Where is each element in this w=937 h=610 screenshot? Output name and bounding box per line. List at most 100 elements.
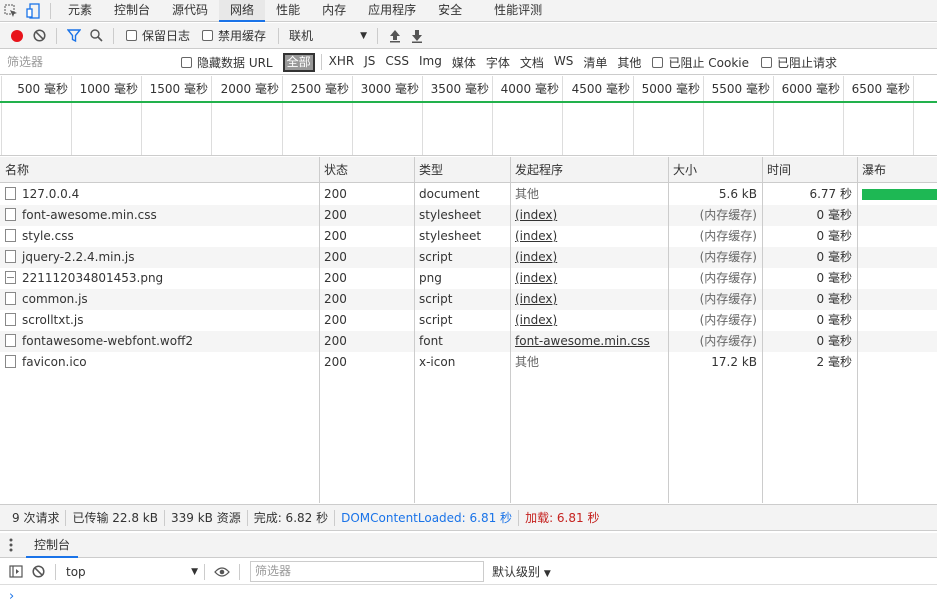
column-divider[interactable] (668, 157, 669, 503)
console-filter-input[interactable]: 筛选器 (250, 561, 484, 582)
request-status: 200 (324, 313, 347, 327)
table-row[interactable]: common.js 200 script (index) (内存缓存) 0 毫秒 (0, 289, 937, 310)
blocked-requests-checkbox[interactable]: 已阻止请求 (760, 54, 837, 71)
filter-type-2[interactable]: CSS (380, 54, 414, 71)
timeline-overview[interactable]: 500 毫秒 1000 毫秒 1500 毫秒 2000 毫秒 2500 毫秒 3000 毫… (0, 76, 937, 156)
device-toolbar-icon[interactable] (22, 0, 44, 22)
execution-context-select[interactable]: top ▼ (66, 565, 198, 579)
column-divider[interactable] (510, 157, 511, 503)
filter-icon[interactable] (63, 25, 85, 47)
filter-type-7[interactable]: WS (549, 54, 578, 71)
clear-icon[interactable] (28, 25, 50, 47)
table-row[interactable]: 127.0.0.4 200 document 其他 5.6 kB 6.77 秒 (0, 184, 937, 205)
request-name[interactable]: font-awesome.min.css (0, 205, 318, 226)
disable-cache-checkbox[interactable]: 禁用缓存 (202, 27, 266, 44)
column-header-type[interactable]: 类型 (414, 157, 443, 183)
live-expression-eye-icon[interactable] (211, 561, 233, 583)
column-header-size[interactable]: 大小 (668, 157, 697, 183)
filter-type-3[interactable]: Img (414, 54, 447, 71)
dom-content-loaded-time: DOMContentLoaded: 6.81 秒 (341, 511, 513, 525)
tab-1[interactable]: 控制台 (103, 0, 161, 22)
request-name[interactable]: fontawesome-webfont.woff2 (0, 331, 318, 352)
table-row[interactable]: fontawesome-webfont.woff2 200 font font-awe… (0, 331, 937, 352)
request-initiator[interactable]: (index) (510, 289, 668, 310)
timeline-tick-label: 3000 毫秒 (360, 82, 419, 96)
filter-input[interactable]: 筛选器 (3, 52, 175, 73)
filter-type-6[interactable]: 文档 (515, 54, 549, 71)
column-header-time[interactable]: 时间 (762, 157, 791, 183)
table-row[interactable]: jquery-2.2.4.min.js 200 script (index) (内存缓存… (0, 247, 937, 268)
request-size: (内存缓存) (699, 229, 757, 243)
record-icon[interactable] (6, 25, 28, 47)
throttling-select[interactable]: 联机 ▼ (289, 27, 367, 44)
request-name[interactable]: 127.0.0.4 (0, 184, 318, 205)
preserve-log-checkbox[interactable]: 保留日志 (126, 27, 190, 44)
filter-type-5[interactable]: 字体 (481, 54, 515, 71)
column-header-name[interactable]: 名称 (0, 157, 29, 183)
request-initiator[interactable]: (index) (510, 310, 668, 331)
column-divider[interactable] (414, 157, 415, 503)
console-prompt-icon[interactable]: › (9, 589, 14, 604)
drawer-menu-icon[interactable] (0, 534, 22, 556)
request-name[interactable]: scrolltxt.js (0, 310, 318, 331)
table-row[interactable]: font-awesome.min.css 200 stylesheet (index)… (0, 205, 937, 226)
tab-0[interactable]: 元素 (57, 0, 103, 22)
hide-data-url-checkbox[interactable]: 隐藏数据 URL (181, 54, 273, 71)
column-divider[interactable] (762, 157, 763, 503)
table-row[interactable]: style.css 200 stylesheet (index) (内存缓存) 0 毫秒 (0, 226, 937, 247)
waterfall-bar[interactable] (862, 189, 937, 200)
filter-type-4[interactable]: 媒体 (447, 54, 481, 71)
column-divider[interactable] (857, 157, 858, 503)
filter-type-0[interactable]: XHR (324, 54, 360, 71)
show-sidebar-icon[interactable] (5, 561, 27, 583)
timeline-gridline (211, 76, 212, 155)
filter-all-button[interactable]: 全部 (282, 52, 315, 72)
export-har-icon[interactable] (406, 25, 428, 47)
request-size: (内存缓存) (699, 250, 757, 264)
table-row[interactable]: favicon.ico 200 x-icon 其他 17.2 kB 2 毫秒 (0, 352, 937, 373)
filter-type-1[interactable]: JS (359, 54, 380, 71)
request-initiator[interactable]: font-awesome.min.css (510, 331, 668, 352)
request-initiator[interactable]: (index) (510, 205, 668, 226)
filter-type-8[interactable]: 清单 (578, 54, 612, 71)
column-header-waterfall[interactable]: 瀑布 (857, 157, 886, 183)
search-icon[interactable] (85, 25, 107, 47)
request-name[interactable]: jquery-2.2.4.min.js (0, 247, 318, 268)
drawer-tab-console[interactable]: 控制台 (26, 533, 79, 558)
request-name[interactable]: favicon.ico (0, 352, 318, 373)
column-divider[interactable] (319, 157, 320, 503)
request-size: (内存缓存) (699, 208, 757, 222)
filter-type-9[interactable]: 其他 (612, 54, 646, 71)
request-initiator[interactable]: (index) (510, 226, 668, 247)
import-har-icon[interactable] (384, 25, 406, 47)
blocked-cookies-checkbox[interactable]: 已阻止 Cookie (652, 54, 749, 71)
request-name[interactable]: style.css (0, 226, 318, 247)
table-row[interactable]: scrolltxt.js 200 script (index) (内存缓存) 0 毫秒 (0, 310, 937, 331)
request-name[interactable]: 221112034801453.png (0, 268, 318, 289)
request-type: stylesheet (419, 229, 482, 243)
timeline-activity-line (0, 101, 937, 103)
tab-2[interactable]: 源代码 (161, 0, 219, 22)
request-initiator[interactable]: (index) (510, 247, 668, 268)
clear-console-icon[interactable] (27, 561, 49, 583)
tab-5[interactable]: 内存 (311, 0, 357, 22)
document-icon (5, 292, 16, 305)
request-time: 0 毫秒 (816, 334, 852, 348)
log-level-select[interactable]: 默认级别 ▼ (492, 563, 551, 580)
resource-type-filters: XHR JS CSS Img 媒体 字体 文档 WS 清单 其他 (324, 54, 647, 71)
document-icon (5, 208, 16, 221)
column-header-status[interactable]: 状态 (319, 157, 348, 183)
column-header-initiator[interactable]: 发起程序 (510, 157, 563, 183)
inspect-element-icon[interactable] (0, 0, 22, 22)
tab-6[interactable]: 应用程序 (357, 0, 427, 22)
request-size: (内存缓存) (699, 313, 757, 327)
request-initiator[interactable]: (index) (510, 268, 668, 289)
request-name[interactable]: common.js (0, 289, 318, 310)
tab-7[interactable]: 安全 (427, 0, 473, 22)
table-row[interactable]: 221112034801453.png 200 png (index) (内存缓存) 0 … (0, 268, 937, 289)
tab-3[interactable]: 网络 (219, 0, 266, 22)
tab-4[interactable]: 性能 (265, 0, 311, 22)
request-time: 0 毫秒 (816, 229, 852, 243)
document-icon (5, 334, 16, 347)
tab-8[interactable]: 性能评测 (483, 0, 553, 22)
